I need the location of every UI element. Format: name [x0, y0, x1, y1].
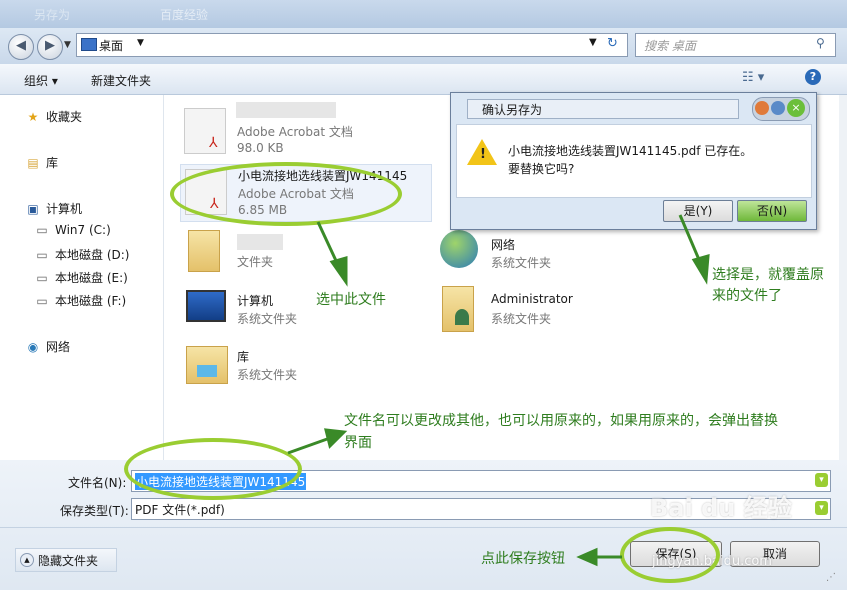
arrow-file: [316, 221, 340, 266]
arrow-save-head: [576, 547, 598, 567]
arrow-file-head: [329, 256, 348, 287]
annotation-click-save: 点此保存按钮: [481, 551, 565, 567]
annotation-rename-2: 界面: [344, 435, 372, 451]
arrow-filename: [287, 436, 331, 455]
annotation-rename-1: 文件名可以更改成其他，也可以用原来的，如果用原来的，会弹出替换: [344, 413, 778, 429]
annotation-choose-yes-2: 来的文件了: [712, 288, 782, 304]
arrow-yes-head: [691, 253, 710, 285]
annotation-select-file: 选中此文件: [316, 292, 386, 308]
annotation-choose-yes-1: 选择是，就覆盖原: [712, 267, 824, 283]
arrow-filename-head: [324, 428, 348, 449]
arrow-yes: [678, 214, 702, 263]
